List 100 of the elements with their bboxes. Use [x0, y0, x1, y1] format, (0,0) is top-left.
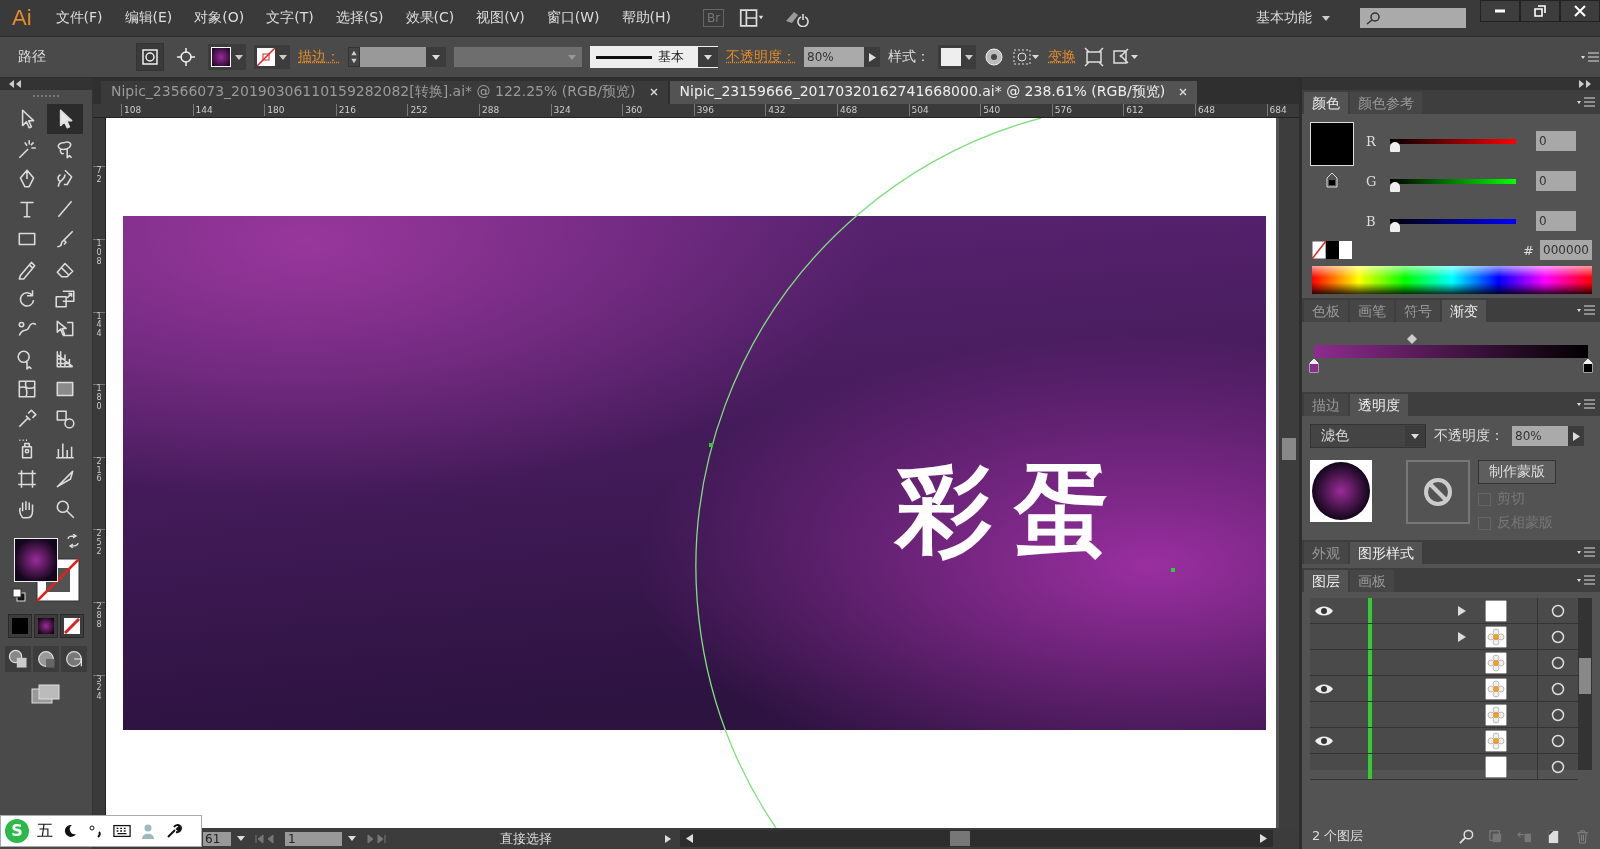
panel-menu-icon[interactable]: [1576, 398, 1596, 410]
style-dropdown[interactable]: [938, 45, 976, 69]
target-circle-icon[interactable]: [1551, 733, 1565, 748]
selection-box-icon[interactable]: [1012, 47, 1040, 67]
channel-value-field[interactable]: 0: [1536, 211, 1576, 231]
panel-tab[interactable]: 外观: [1304, 542, 1348, 564]
play-icon[interactable]: [664, 833, 672, 844]
slider-thumb[interactable]: [1390, 182, 1400, 192]
draw-behind-icon[interactable]: [33, 646, 59, 672]
menu-item[interactable]: 文件(F): [55, 9, 103, 27]
minimize-button[interactable]: [1480, 0, 1520, 22]
expand-arrow-icon[interactable]: [1457, 630, 1467, 643]
collapse-icon[interactable]: [8, 80, 22, 88]
close-icon[interactable]: [1179, 88, 1188, 97]
panel-tab[interactable]: 渐变: [1442, 300, 1486, 322]
eye-icon[interactable]: [1314, 734, 1334, 747]
input-mode-toggle[interactable]: 五: [37, 820, 53, 842]
scrollbar-thumb[interactable]: [950, 831, 970, 847]
panel-tab[interactable]: 图层: [1304, 570, 1348, 592]
target-circle-icon[interactable]: [1551, 681, 1565, 696]
target-circle-icon[interactable]: [1551, 629, 1565, 644]
menu-item[interactable]: 对象(O): [194, 9, 245, 27]
restore-button[interactable]: [1520, 0, 1560, 22]
target-circle-icon[interactable]: [1551, 707, 1565, 722]
isolation-icon[interactable]: [1112, 47, 1140, 67]
color-button[interactable]: [8, 614, 32, 638]
horizontal-scrollbar[interactable]: [680, 830, 1273, 848]
menu-item[interactable]: 帮助(H): [621, 9, 672, 27]
panel-tab[interactable]: 色板: [1304, 300, 1348, 322]
document-tab[interactable]: Nipic_23159666_20170320162741668000.ai* @ 238.61% (RGB/预览): [669, 80, 1198, 104]
menu-item[interactable]: 文字(T): [266, 9, 314, 27]
transform-link[interactable]: 变换: [1048, 48, 1076, 66]
expand-arrow-icon[interactable]: [1457, 604, 1467, 617]
panel-menu-icon[interactable]: [1576, 96, 1596, 108]
default-colors-icon[interactable]: [12, 588, 26, 602]
fill-swatch[interactable]: [14, 538, 58, 582]
channel-value-field[interactable]: 0: [1536, 131, 1576, 151]
stroke-weight-field[interactable]: [348, 46, 446, 68]
blend-mode-dropdown[interactable]: 滤色: [1310, 424, 1426, 448]
menu-item[interactable]: 编辑(E): [124, 9, 173, 27]
scrollbar-thumb[interactable]: [1282, 438, 1296, 461]
menu-item[interactable]: 选择(S): [335, 9, 384, 27]
channel-value-field[interactable]: 0: [1536, 171, 1576, 191]
anchor-point[interactable]: [709, 443, 713, 448]
recolor-icon[interactable]: [984, 47, 1004, 67]
menu-item[interactable]: 视图(V): [476, 9, 525, 27]
menu-item[interactable]: 窗口(W): [546, 9, 600, 27]
layer-row[interactable]: [1310, 702, 1578, 728]
expand-icon[interactable]: [1578, 80, 1592, 88]
swap-icon[interactable]: [66, 534, 80, 548]
layer-row[interactable]: [1310, 598, 1578, 624]
gradient-stop[interactable]: [1308, 357, 1320, 374]
fill-dropdown[interactable]: [208, 44, 246, 70]
eye-icon[interactable]: [1314, 682, 1334, 695]
anchor-point[interactable]: [1171, 568, 1175, 573]
new-layer-icon[interactable]: [1546, 828, 1561, 844]
slider-thumb[interactable]: [1390, 222, 1400, 232]
gradient-stop[interactable]: [1582, 357, 1594, 374]
stroke-dropdown[interactable]: [254, 45, 290, 69]
isolate-button[interactable]: [136, 43, 164, 71]
stroke-link[interactable]: 描边：: [298, 48, 340, 66]
panel-tab[interactable]: 画板: [1350, 570, 1394, 592]
screen-mode-icon[interactable]: [31, 684, 61, 704]
slider-thumb[interactable]: [1390, 142, 1400, 152]
close-button[interactable]: [1560, 0, 1600, 22]
target-circle-icon[interactable]: [1551, 655, 1565, 670]
menu-item[interactable]: 效果(C): [405, 9, 455, 27]
panel-menu-icon[interactable]: [1576, 546, 1596, 558]
panel-tab[interactable]: 颜色: [1304, 92, 1348, 114]
scroll-right-icon[interactable]: [1260, 834, 1267, 844]
layer-row[interactable]: [1310, 676, 1578, 702]
panel-menu-icon[interactable]: [1576, 574, 1596, 586]
search-field[interactable]: [1360, 8, 1466, 28]
layer-row[interactable]: [1310, 650, 1578, 676]
panel-menu-icon[interactable]: [1576, 304, 1596, 316]
layers-scrollbar[interactable]: [1578, 598, 1592, 770]
close-icon[interactable]: [649, 88, 658, 97]
fill-swatch[interactable]: [1310, 122, 1354, 166]
fit-icon[interactable]: [1084, 47, 1104, 67]
search-icon[interactable]: [1459, 828, 1474, 844]
direct-selection-tool[interactable]: [47, 104, 83, 134]
panel-tab[interactable]: 画笔: [1350, 300, 1394, 322]
panel-tab[interactable]: 图形样式: [1350, 542, 1422, 564]
panel-tab[interactable]: 颜色参考: [1350, 92, 1422, 114]
scrollbar-thumb[interactable]: [1579, 658, 1591, 694]
panel-tab[interactable]: 透明度: [1350, 394, 1408, 416]
opacity-link[interactable]: 不透明度：: [726, 48, 796, 66]
zoom-field[interactable]: 61: [203, 831, 245, 846]
document-tab[interactable]: Nipic_23566073_20190306110159282082[转换].ai* @ 122.25% (RGB/预览): [101, 80, 668, 104]
scroll-left-icon[interactable]: [686, 834, 693, 844]
layer-row[interactable]: [1310, 728, 1578, 754]
vertical-scrollbar[interactable]: [1279, 118, 1299, 829]
last-page-icon[interactable]: [364, 833, 388, 844]
wrench-icon[interactable]: [165, 823, 183, 839]
target-circle-icon[interactable]: [1551, 603, 1565, 618]
target-circle-icon[interactable]: [1551, 759, 1565, 774]
out-of-gamut-icon[interactable]: [1326, 172, 1338, 188]
eye-icon[interactable]: [1314, 604, 1334, 617]
make-mask-button[interactable]: 制作蒙版: [1478, 460, 1556, 484]
layer-row[interactable]: [1310, 624, 1578, 650]
